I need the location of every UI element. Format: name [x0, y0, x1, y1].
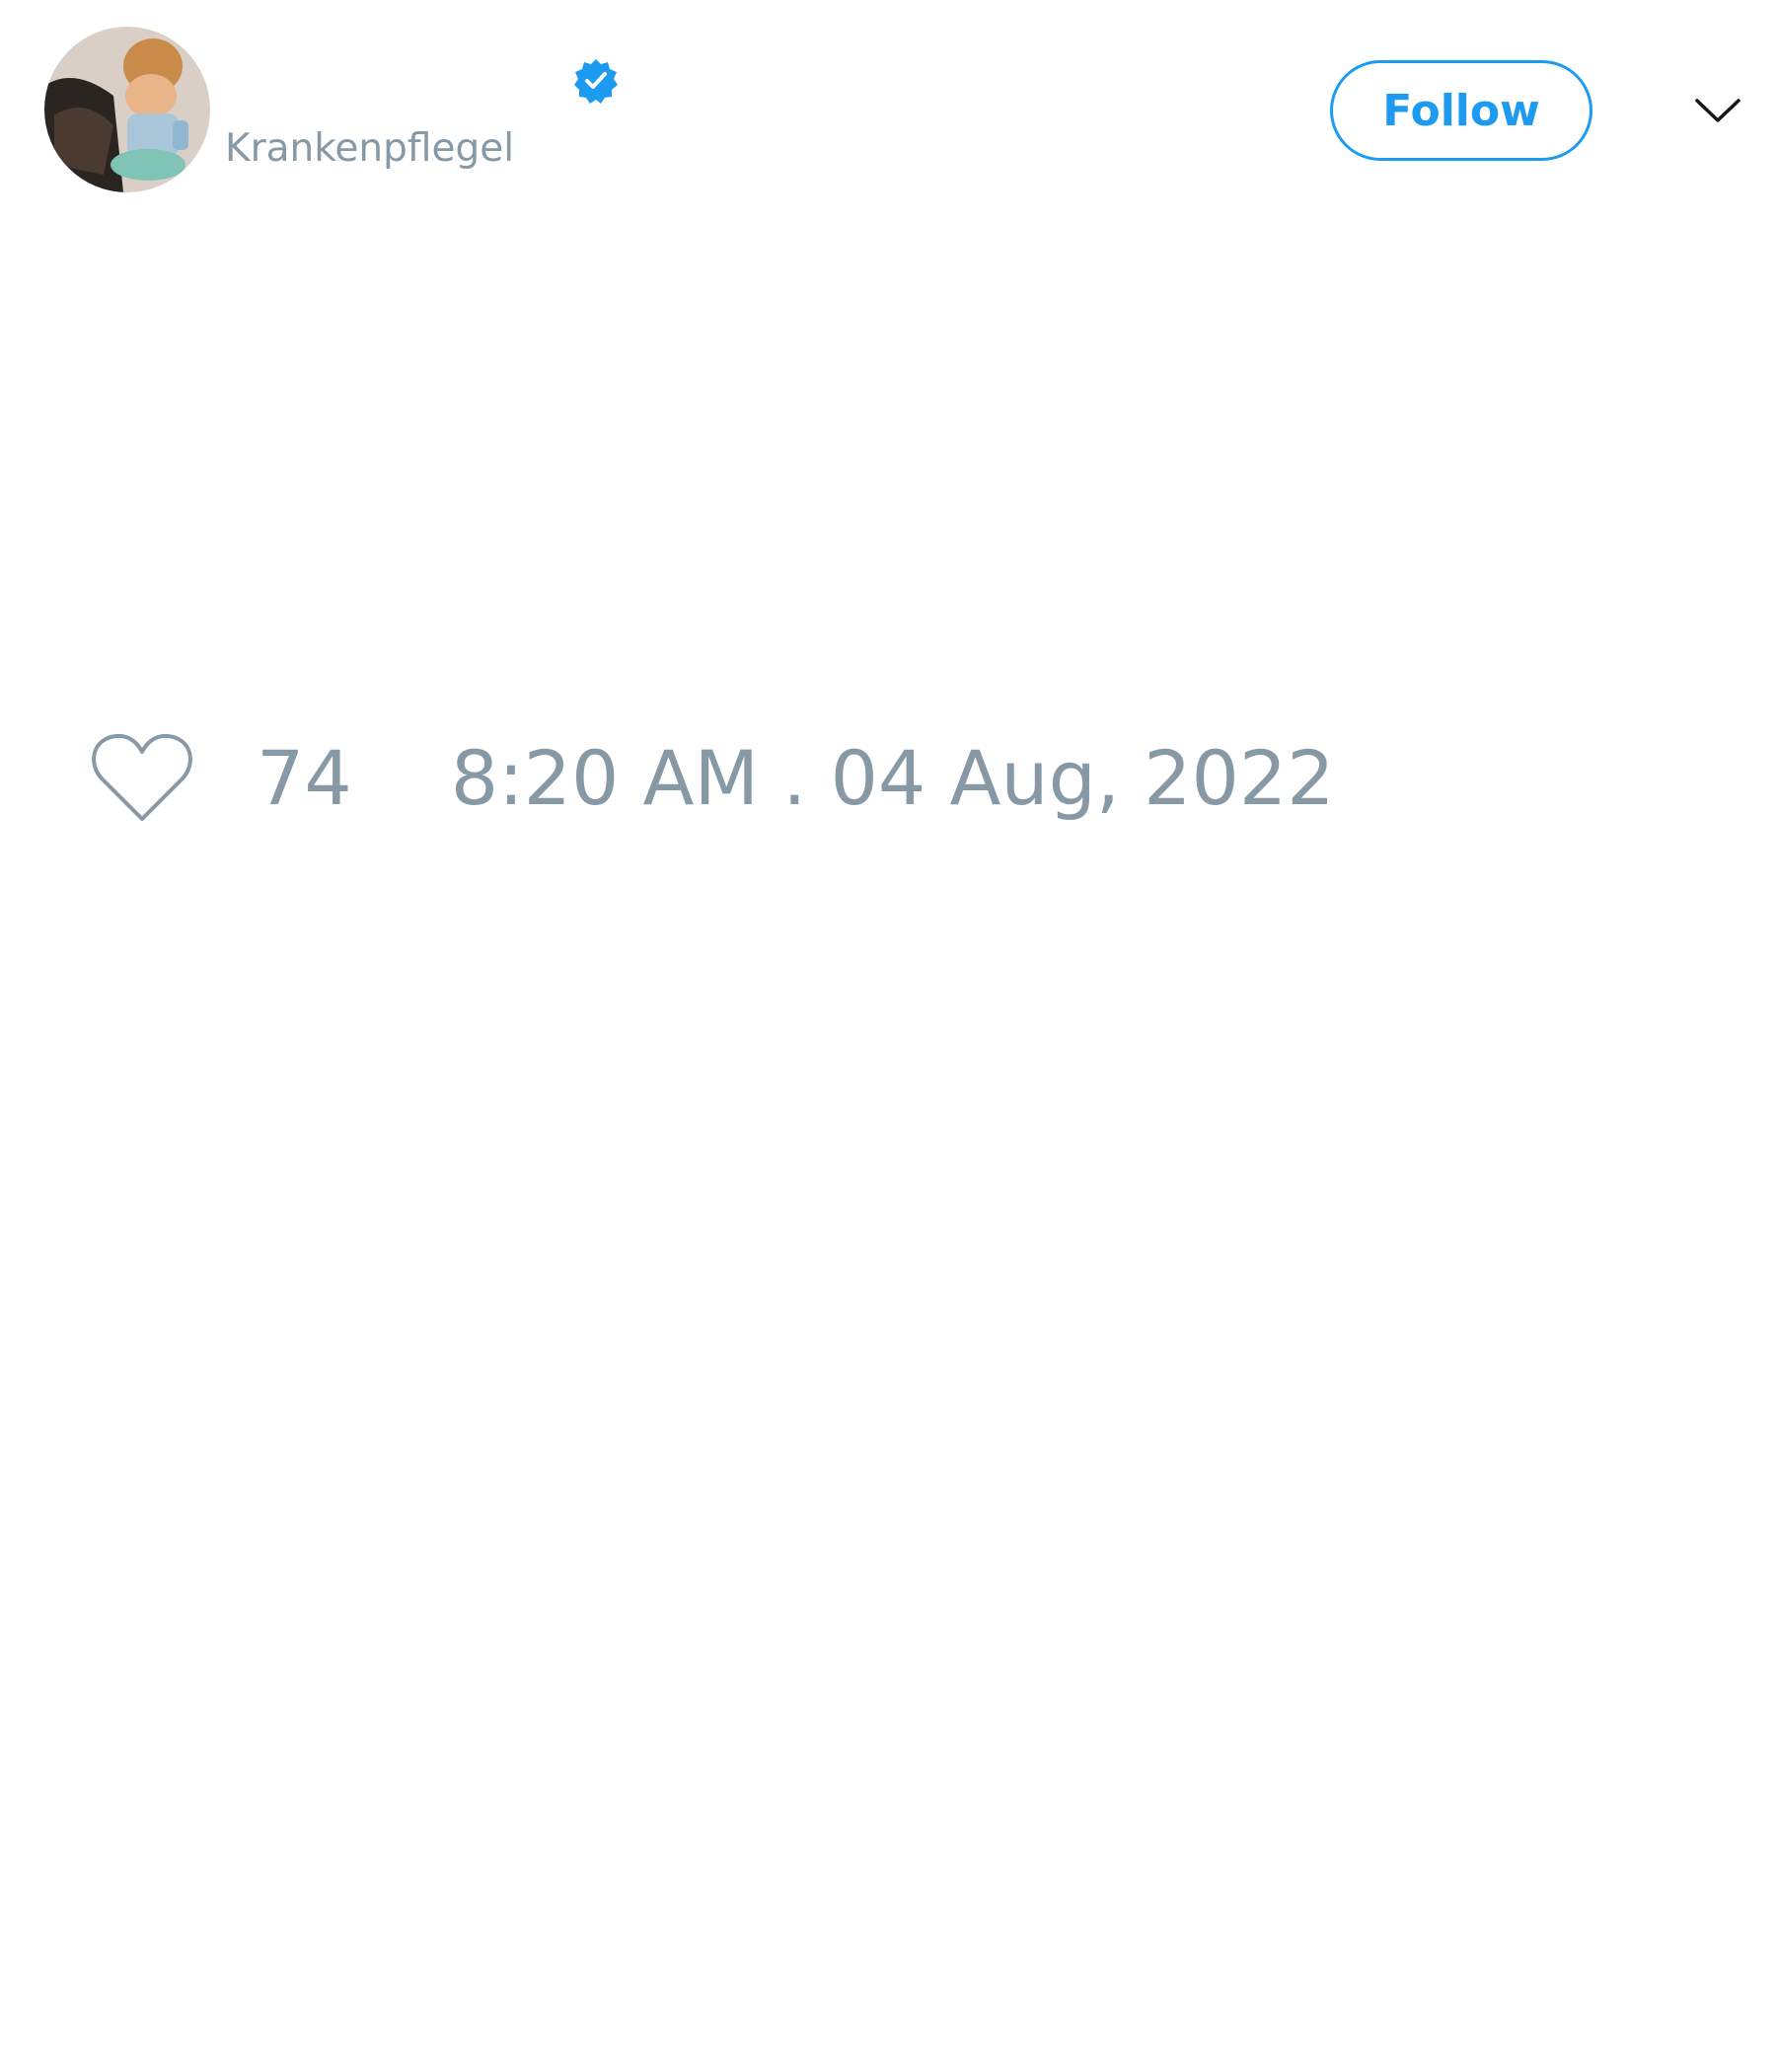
like-count: 74	[257, 733, 352, 822]
chevron-down-icon[interactable]	[1693, 91, 1742, 130]
heart-outline-icon[interactable]	[89, 730, 195, 825]
tweet-card: Krankenpflegel Follow 74 8:20 AM . 04 Au…	[0, 0, 1776, 2072]
verified-badge-icon	[574, 59, 618, 104]
follow-button[interactable]: Follow	[1330, 60, 1592, 161]
tweet-timestamp[interactable]: 8:20 AM . 04 Aug, 2022	[451, 734, 1335, 822]
engagement-row: 74 8:20 AM . 04 Aug, 2022	[89, 728, 1335, 827]
author-handle[interactable]: Krankenpflegel	[225, 126, 514, 171]
avatar-image	[44, 27, 210, 192]
avatar[interactable]	[44, 27, 210, 192]
